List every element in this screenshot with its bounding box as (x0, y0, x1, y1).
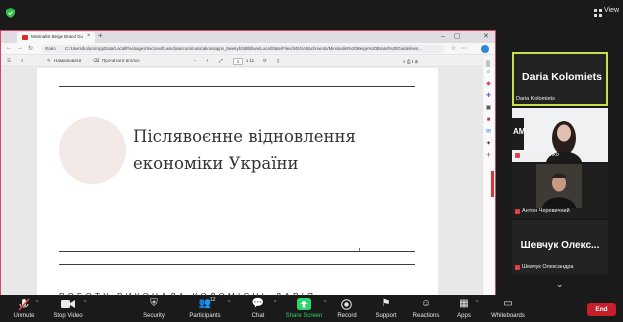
share-screen-icon (297, 298, 311, 310)
participant-display-name: Daria Kolomiets (522, 71, 602, 83)
participant-tile-video[interactable]: Антон Черевичний (512, 164, 608, 218)
pdf-find-icon[interactable]: ⌕ (21, 58, 24, 63)
whiteboard-icon: ▭ (503, 298, 513, 309)
participant-name: Антон Черевичний (522, 208, 570, 214)
browser-actions-icon[interactable]: ☆⋯ (451, 45, 470, 52)
top-bar: View (0, 0, 623, 26)
url-field[interactable]: Файл C:/Users/kolom/AppData/Local/Packag… (41, 45, 445, 53)
share-screen-label: Share Screen (285, 313, 323, 319)
mic-muted-icon (515, 209, 520, 214)
apps-caret-icon[interactable]: ^ (476, 300, 478, 306)
unmute-button[interactable]: Unmute (0, 296, 48, 322)
draw-button[interactable]: Намалювати (54, 58, 81, 63)
page-total: з 11 (246, 58, 255, 63)
zoom-out-button[interactable]: − (194, 58, 197, 63)
tools-icon[interactable]: ✚ (485, 93, 492, 99)
participants-icon: 👥 (198, 298, 212, 309)
security-shield-icon: ⛨ (150, 298, 158, 309)
mic-muted-icon (515, 153, 520, 158)
security-label: Security (143, 313, 165, 319)
svg-text:AM: AM (513, 127, 526, 136)
participant-tile-name-only[interactable]: Шевчук Олекс... Шевчук Олександра (512, 220, 608, 274)
back-icon[interactable]: ← (6, 45, 12, 51)
zoom-in-button[interactable]: + (206, 58, 209, 63)
tag-icon[interactable]: ◆ (485, 81, 492, 87)
mic-muted-icon (515, 265, 520, 270)
url-scheme-label: Файл (45, 46, 56, 51)
tab-close-icon[interactable]: × (87, 33, 91, 39)
view-grid-icon[interactable] (594, 9, 602, 17)
participants-caret-icon[interactable]: ^ (228, 300, 230, 306)
participant-name: Daria Kolomiets (516, 96, 555, 102)
fit-page-icon[interactable]: ⤢ (219, 58, 223, 63)
add-icon[interactable]: ＋ (485, 153, 492, 159)
eraser-icon[interactable]: ⌫ (93, 58, 100, 64)
pdf-actions-icon[interactable]: ⌕ ⎙ ⭳ ⚙ (403, 58, 418, 66)
shield-icon[interactable] (6, 8, 15, 18)
url-text[interactable]: C:/Users/kolom/AppData/Local/Packages/mi… (65, 46, 441, 51)
top-rule (59, 86, 415, 87)
participant-display-name: Шевчук Олекс... (520, 240, 600, 251)
audio-options-caret-icon[interactable]: ^ (36, 300, 38, 306)
security-button[interactable]: ⛨ Security (130, 296, 178, 322)
shared-screen-browser: Minimalist Beige Brand Guidelines × + –▢… (0, 30, 496, 301)
participants-count: 12 (210, 297, 216, 303)
video-camera-icon (61, 300, 75, 308)
participant-tile-active-speaker[interactable]: Daria Kolomiets Daria Kolomiets (512, 52, 608, 106)
lower-rule (59, 264, 415, 265)
apps-icon: ▦ (459, 298, 469, 309)
outlook-icon[interactable]: ✉ (485, 129, 492, 135)
refresh-icon[interactable]: ↻ (28, 45, 33, 52)
apps-button[interactable]: ▦ Apps (440, 296, 488, 322)
pdf-toolbar: ☰ ⌕ ✎ Намалювати ⌫ Прочитати вголос − + … (1, 56, 483, 67)
end-meeting-button[interactable]: End (587, 303, 616, 316)
pdf-icon (22, 35, 28, 40)
briefcase-icon[interactable]: ▣ (485, 105, 492, 111)
share-screen-button[interactable]: Share Screen (280, 296, 328, 322)
tab-title: Minimalist Beige Brand Guidelines (31, 34, 83, 39)
participant-name: Шевчук Олександра (522, 264, 574, 270)
participant-name: Nadiia Stezhko (522, 152, 559, 158)
view-button-label[interactable]: View (604, 7, 619, 14)
participant-tile-video[interactable]: AM Nadiia Stezhko (512, 108, 608, 162)
sidebar-active-indicator (491, 171, 494, 197)
search-icon[interactable]: ⌕ (485, 69, 492, 75)
stop-video-label: Stop Video (53, 313, 83, 319)
chat-caret-icon[interactable]: ^ (274, 300, 276, 306)
middle-rule (59, 251, 415, 252)
meeting-toolbar: Unmute ^ Stop Video ^ ⛨ Security 👥 12 Pa… (0, 296, 623, 322)
rotate-icon[interactable]: ⟳ (263, 58, 267, 64)
apps-label: Apps (457, 313, 471, 319)
participants-label: Participants (189, 313, 221, 319)
edge-copilot-icon[interactable] (481, 45, 489, 53)
new-tab-icon[interactable]: + (98, 31, 103, 40)
video-options-caret-icon[interactable]: ^ (84, 300, 86, 306)
record-icon (341, 299, 352, 310)
browser-tab-bar: Minimalist Beige Brand Guidelines × + –▢… (1, 31, 495, 43)
read-aloud-button[interactable]: Прочитати вголос (102, 58, 140, 63)
address-bar: ← → ↻ Файл C:/Users/kolom/AppData/Local/… (1, 43, 495, 55)
unmute-label: Unmute (13, 313, 35, 319)
document-title: Післявоєнне відновлення економіки Україн… (133, 127, 356, 173)
zoom-meeting-window: View Minimalist Beige Brand Guidelines ×… (0, 0, 623, 322)
pdf-page: Післявоєнне відновлення економіки Україн… (37, 68, 438, 301)
forward-icon[interactable]: → (17, 45, 23, 51)
page-view-icon[interactable]: ▯ (277, 58, 280, 64)
mic-off-icon (18, 298, 30, 311)
window-controls-icon[interactable]: –▢ (441, 32, 470, 40)
whiteboards-label: Whiteboards (491, 313, 525, 319)
whiteboards-button[interactable]: ▭ Whiteboards (484, 296, 532, 322)
page-number-input[interactable]: 1 (233, 58, 243, 65)
draw-icon[interactable]: ✎ (47, 58, 51, 64)
games-icon[interactable]: ✦ (485, 141, 492, 147)
pdf-contents-icon[interactable]: ☰ (7, 58, 11, 64)
pdf-viewport[interactable]: Післявоєнне відновлення економіки Україн… (1, 68, 483, 301)
window-close-icon[interactable]: ✕ (483, 32, 498, 40)
chat-label: Chat (251, 313, 265, 319)
decorative-circle (59, 117, 126, 184)
browser-tab[interactable]: Minimalist Beige Brand Guidelines × (17, 32, 95, 43)
office-icon[interactable]: ■ (485, 117, 492, 123)
chevron-down-icon[interactable]: ⌄ (556, 279, 564, 290)
participants-button[interactable]: 👥 12 Participants (181, 296, 229, 322)
